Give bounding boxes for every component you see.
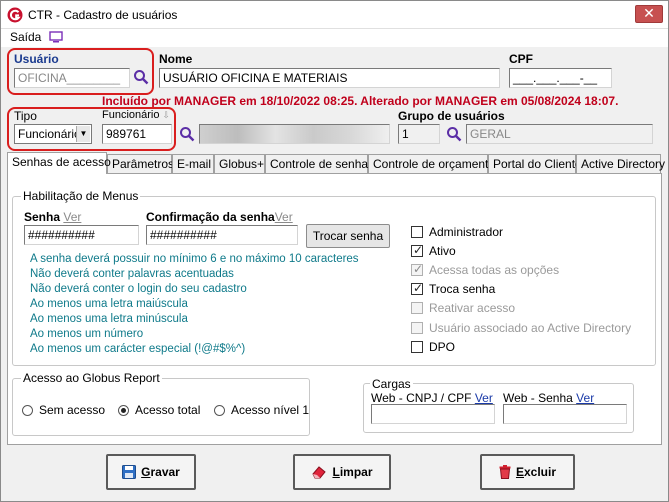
tab-controle-de-orcamento[interactable]: Controle de orçamento bbox=[368, 154, 495, 174]
title-bar: CTR - Cadastro de usuários ✕ bbox=[1, 1, 668, 29]
checkbox-troca-senha[interactable]: ✓ Troca senha bbox=[411, 281, 495, 296]
checkbox-administrador[interactable]: Administrador bbox=[411, 225, 503, 239]
check-icon: ✓ bbox=[413, 281, 424, 295]
menu-bar: Saída bbox=[1, 29, 668, 47]
funcionario-name-input bbox=[199, 124, 390, 144]
web-senha-label: Web - Senha Ver bbox=[503, 391, 595, 405]
checkbox-ativo[interactable]: ✓ Ativo bbox=[411, 243, 456, 258]
senha-input[interactable]: ########## bbox=[24, 225, 139, 245]
trocar-senha-button[interactable]: Trocar senha bbox=[306, 224, 390, 248]
senha-label: Senha Ver bbox=[24, 210, 82, 224]
usuario-input[interactable]: OFICINA________ bbox=[14, 68, 130, 88]
habilitacao-title: Habilitação de Menus bbox=[21, 189, 141, 203]
cpf-label: CPF bbox=[509, 52, 533, 66]
cpf-input[interactable]: ___.___.___-__ bbox=[509, 68, 612, 88]
tab-globus-plus[interactable]: Globus+ bbox=[214, 154, 265, 174]
radio-sem-acesso[interactable]: Sem acesso bbox=[22, 403, 105, 417]
hint-line: Ao menos uma letra maiúscula bbox=[30, 298, 188, 310]
checkbox-acessa-todas[interactable]: ✓ Acessa todas as opções bbox=[411, 262, 559, 277]
nome-input[interactable]: USUÁRIO OFICINA E MATERIAIS bbox=[159, 68, 500, 88]
confirmacao-label: Confirmação da senhaVer bbox=[146, 210, 293, 224]
hint-line: A senha deverá possuir no mínimo 6 e no … bbox=[30, 253, 359, 265]
monitor-icon[interactable] bbox=[49, 31, 63, 43]
window-title: CTR - Cadastro de usuários bbox=[28, 8, 178, 22]
tab-email[interactable]: E-mail bbox=[172, 154, 214, 174]
web-senha-input[interactable] bbox=[503, 404, 627, 424]
eraser-icon bbox=[312, 466, 327, 479]
tab-controle-de-senhas[interactable]: Controle de senhas bbox=[265, 154, 374, 174]
web-cnpj-label: Web - CNPJ / CPF Ver bbox=[371, 391, 493, 405]
tab-senhas-de-acesso[interactable]: Senhas de acesso bbox=[7, 152, 111, 174]
usuario-label: Usuário bbox=[14, 52, 59, 66]
trash-icon bbox=[499, 465, 511, 479]
habilitacao-group bbox=[12, 196, 656, 366]
hint-line: Não deverá conter o login do seu cadastr… bbox=[30, 283, 247, 295]
tipo-select[interactable]: Funcionário ▼ bbox=[14, 124, 92, 144]
cargas-title: Cargas bbox=[370, 377, 413, 391]
funcionario-label: Funcionário ⇩ bbox=[102, 109, 171, 121]
grupo-label: Grupo de usuários bbox=[398, 109, 505, 123]
checkbox-dpo[interactable]: DPO bbox=[411, 340, 455, 354]
hint-line: Ao menos uma letra minúscula bbox=[30, 313, 188, 325]
tab-portal-do-cliente[interactable]: Portal do Cliente bbox=[488, 154, 582, 174]
grupo-name-input: GERAL bbox=[466, 124, 653, 144]
tab-panel-senhas: Habilitação de Menus Senha Ver #########… bbox=[7, 173, 662, 445]
usuario-search-icon[interactable] bbox=[133, 69, 149, 85]
gravar-button[interactable]: Gravar bbox=[106, 454, 196, 490]
window: CTR - Cadastro de usuários ✕ Saída Usuár… bbox=[0, 0, 669, 502]
tab-parametros[interactable]: Parâmetros bbox=[107, 154, 174, 174]
chevron-down-icon: ▼ bbox=[76, 126, 90, 142]
web-cnpj-input[interactable] bbox=[371, 404, 495, 424]
hint-line: Não deverá conter palavras acentuadas bbox=[30, 268, 234, 280]
confirmacao-input[interactable]: ########## bbox=[146, 225, 298, 245]
grupo-search-icon[interactable] bbox=[446, 126, 462, 142]
web-senha-ver-link[interactable]: Ver bbox=[576, 391, 594, 405]
nome-label: Nome bbox=[159, 52, 193, 66]
funcionario-search-icon[interactable] bbox=[179, 126, 195, 142]
checkbox-reativar-acesso[interactable]: Reativar acesso bbox=[411, 301, 515, 315]
check-icon: ✓ bbox=[413, 262, 424, 276]
funcionario-input[interactable]: 989761 bbox=[102, 124, 172, 144]
tipo-label: Tipo bbox=[14, 109, 37, 123]
web-cnpj-ver-link[interactable]: Ver bbox=[475, 391, 493, 405]
radio-acesso-nivel-1[interactable]: Acesso nível 1 bbox=[214, 403, 309, 417]
excluir-button[interactable]: Excluir bbox=[480, 454, 575, 490]
checkbox-active-directory[interactable]: Usuário associado ao Active Directory bbox=[411, 321, 631, 335]
app-logo-icon bbox=[7, 7, 23, 23]
check-icon: ✓ bbox=[413, 243, 424, 257]
confirmacao-ver-link[interactable]: Ver bbox=[275, 210, 293, 224]
radio-acesso-total[interactable]: Acesso total bbox=[118, 403, 200, 417]
save-icon bbox=[122, 465, 137, 479]
close-button[interactable]: ✕ bbox=[635, 5, 663, 23]
audit-info: Incluído por MANAGER em 18/10/2022 08:25… bbox=[102, 94, 619, 108]
tab-active-directory[interactable]: Active Directory bbox=[576, 154, 665, 174]
close-icon: ✕ bbox=[643, 5, 655, 21]
senha-ver-link[interactable]: Ver bbox=[63, 210, 81, 224]
sort-down-icon: ⇩ bbox=[162, 110, 171, 120]
menu-saida[interactable]: Saída bbox=[10, 30, 41, 44]
limpar-button[interactable]: Limpar bbox=[293, 454, 391, 490]
hint-line: Ao menos um número bbox=[30, 328, 144, 340]
hint-line: Ao menos um carácter especial (!@#$%^) bbox=[30, 343, 246, 355]
grupo-code-input[interactable]: 1 bbox=[398, 124, 440, 144]
globus-report-title: Acesso ao Globus Report bbox=[21, 371, 162, 385]
